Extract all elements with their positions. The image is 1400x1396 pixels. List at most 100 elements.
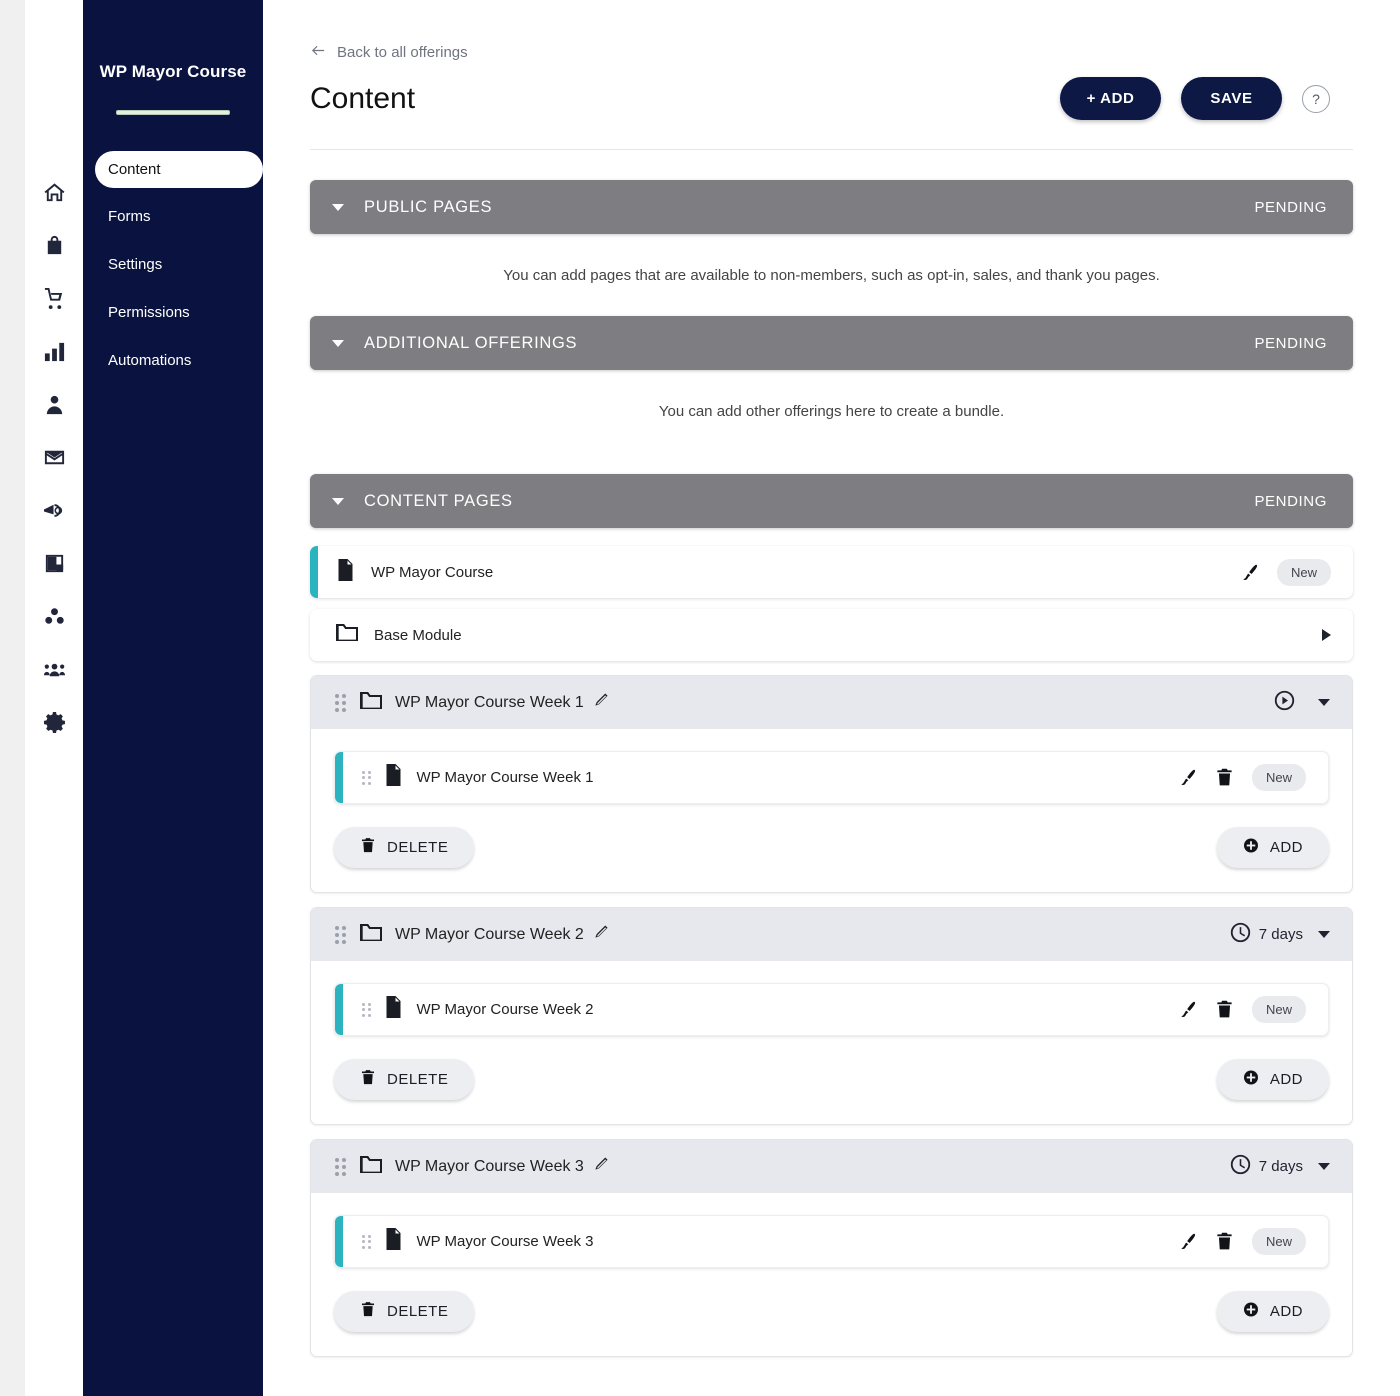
plus-circle-icon <box>1243 1301 1259 1322</box>
module-header[interactable]: WP Mayor Course Week 3 7 days <box>311 1140 1352 1193</box>
sidebar-item-settings[interactable]: Settings <box>83 247 263 281</box>
help-icon[interactable]: ? <box>1302 84 1330 113</box>
save-button[interactable]: SAVE <box>1181 77 1282 120</box>
delete-button[interactable]: DELETE <box>334 1291 475 1332</box>
section-content-pages[interactable]: CONTENT PAGES PENDING <box>310 474 1353 528</box>
pencil-icon[interactable] <box>584 924 609 945</box>
clock-icon[interactable] <box>1230 922 1251 947</box>
add-item-label: ADD <box>1269 839 1303 856</box>
delete-button-label: DELETE <box>387 1303 449 1320</box>
module-timing[interactable] <box>1274 690 1303 715</box>
module-timing[interactable]: 7 days <box>1230 1154 1303 1179</box>
module-title: WP Mayor Course Week 1 <box>395 693 584 711</box>
trash-icon[interactable] <box>1215 768 1234 787</box>
drag-handle-icon[interactable] <box>335 1157 346 1176</box>
cart-icon[interactable] <box>40 284 68 312</box>
document-icon <box>336 558 355 586</box>
drag-handle-icon[interactable] <box>335 925 346 944</box>
accent-bar <box>335 1216 343 1267</box>
chevron-down-icon[interactable] <box>1318 1163 1330 1170</box>
trash-icon <box>360 1069 376 1090</box>
delete-button-label: DELETE <box>387 1071 449 1088</box>
module-body: WP Mayor Course Week 1 New DELETE ADD <box>311 729 1352 892</box>
header-actions: + ADD SAVE ? <box>1060 77 1330 120</box>
module-body: WP Mayor Course Week 3 New DELETE ADD <box>311 1193 1352 1356</box>
folder-icon <box>360 691 382 715</box>
status-badge: PENDING <box>1254 198 1327 216</box>
module-controls <box>1274 690 1330 715</box>
home-icon[interactable] <box>40 178 68 206</box>
chevron-down-icon[interactable] <box>332 203 344 211</box>
bar-chart-icon[interactable] <box>40 337 68 365</box>
megaphone-icon[interactable] <box>40 496 68 524</box>
main-panel: Back to all offerings Content + ADD SAVE… <box>263 0 1400 1396</box>
list-item[interactable]: WP Mayor Course Week 1 New <box>334 751 1329 804</box>
module-body: WP Mayor Course Week 2 New DELETE ADD <box>311 961 1352 1124</box>
add-item-button[interactable]: ADD <box>1216 1059 1329 1100</box>
paintbrush-icon[interactable] <box>1178 1000 1197 1019</box>
folder-icon <box>360 923 382 947</box>
accent-bar <box>335 984 343 1035</box>
chevron-down-icon[interactable] <box>1318 699 1330 706</box>
status-badge: New <box>1276 558 1331 586</box>
drag-handle-icon[interactable] <box>362 770 371 785</box>
drag-handle-icon[interactable] <box>362 1002 371 1017</box>
list-item[interactable]: WP Mayor Course New <box>310 546 1353 598</box>
sidebar-item-content[interactable]: Content <box>95 151 263 188</box>
module-header[interactable]: WP Mayor Course Week 1 <box>311 676 1352 729</box>
clock-icon[interactable] <box>1230 1154 1251 1179</box>
section-additional-offerings[interactable]: ADDITIONAL OFFERINGS PENDING <box>310 316 1353 370</box>
play-circle-icon[interactable] <box>1274 690 1295 715</box>
accent-bar <box>310 546 318 598</box>
module-title: WP Mayor Course Week 2 <box>395 925 584 943</box>
sidebar-item-forms[interactable]: Forms <box>83 199 263 233</box>
sidebar-item-label: Forms <box>108 207 151 225</box>
section-public-pages[interactable]: PUBLIC PAGES PENDING <box>310 180 1353 234</box>
envelope-icon[interactable] <box>40 443 68 471</box>
module-timing[interactable]: 7 days <box>1230 922 1303 947</box>
drag-handle-icon[interactable] <box>362 1234 371 1249</box>
add-item-label: ADD <box>1269 1071 1303 1088</box>
sidebar-item-automations[interactable]: Automations <box>83 343 263 377</box>
list-item[interactable]: Base Module <box>310 609 1353 661</box>
list-item[interactable]: WP Mayor Course Week 2 New <box>334 983 1329 1036</box>
paintbrush-icon[interactable] <box>1240 563 1259 582</box>
delete-button[interactable]: DELETE <box>334 827 475 868</box>
list-item-label: WP Mayor Course <box>371 563 494 581</box>
list-item[interactable]: WP Mayor Course Week 3 New <box>334 1215 1329 1268</box>
paintbrush-icon[interactable] <box>1178 1232 1197 1251</box>
module-header[interactable]: WP Mayor Course Week 2 7 days <box>311 908 1352 961</box>
add-item-button[interactable]: ADD <box>1216 827 1329 868</box>
drag-handle-icon[interactable] <box>335 693 346 712</box>
list-item-label: WP Mayor Course Week 3 <box>416 1233 594 1250</box>
chevron-down-icon[interactable] <box>332 339 344 347</box>
module-controls: 7 days <box>1230 1154 1330 1179</box>
back-to-offerings-link[interactable]: Back to all offerings <box>310 42 468 63</box>
gear-icon[interactable] <box>40 708 68 736</box>
chevron-right-icon[interactable] <box>1322 629 1331 641</box>
add-button[interactable]: + ADD <box>1060 77 1161 120</box>
pencil-icon[interactable] <box>584 692 609 713</box>
sidebar: WP Mayor Course Content Forms Settings P… <box>83 0 263 1396</box>
group-dots-icon[interactable] <box>40 602 68 630</box>
module-controls: 7 days <box>1230 922 1330 947</box>
chevron-down-icon[interactable] <box>1318 931 1330 938</box>
book-icon[interactable] <box>40 549 68 577</box>
delete-button[interactable]: DELETE <box>334 1059 475 1100</box>
trash-icon[interactable] <box>1215 1232 1234 1251</box>
accent-bar <box>335 752 343 803</box>
trash-icon[interactable] <box>1215 1000 1234 1019</box>
add-item-label: ADD <box>1269 1303 1303 1320</box>
section-title: PUBLIC PAGES <box>364 197 493 216</box>
person-icon[interactable] <box>40 390 68 418</box>
community-icon[interactable] <box>40 655 68 683</box>
store-icon[interactable] <box>40 231 68 259</box>
sidebar-item-permissions[interactable]: Permissions <box>83 295 263 329</box>
folder-icon <box>336 623 358 647</box>
add-item-button[interactable]: ADD <box>1216 1291 1329 1332</box>
paintbrush-icon[interactable] <box>1178 768 1197 787</box>
pencil-icon[interactable] <box>584 1156 609 1177</box>
list-item-label: Base Module <box>374 626 462 644</box>
chevron-down-icon[interactable] <box>332 497 344 505</box>
folder-icon <box>360 1155 382 1179</box>
